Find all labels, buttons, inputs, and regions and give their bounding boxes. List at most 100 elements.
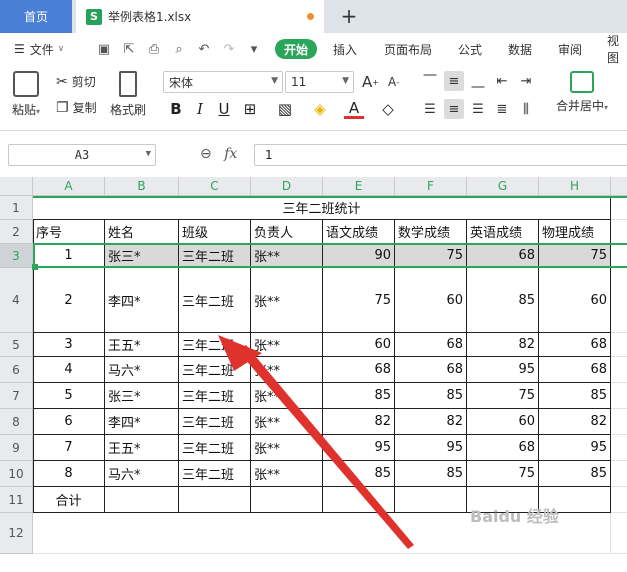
select-all-corner[interactable] [0, 177, 33, 196]
table-cell[interactable]: 60 [395, 268, 467, 333]
fill-color-button[interactable]: ◈ [310, 99, 330, 119]
indent-increase-button[interactable]: ⇥ [516, 71, 536, 91]
menu-tab-insert[interactable]: 插入 [333, 33, 357, 65]
font-color-button[interactable]: A [344, 99, 364, 119]
menu-tab-page-layout[interactable]: 页面布局 [384, 33, 432, 65]
table-cell[interactable]: 85 [395, 383, 467, 409]
column-header[interactable]: H [539, 177, 611, 196]
row-header[interactable]: 10 [0, 461, 33, 487]
table-cell[interactable]: 张** [251, 268, 323, 333]
column-header[interactable]: D [251, 177, 323, 196]
row-header[interactable]: 7 [0, 383, 33, 409]
font-name-select[interactable]: 宋体 ▼ [163, 71, 283, 93]
distribute-button[interactable]: ⫼ [516, 99, 536, 119]
row-header[interactable]: 1 [0, 196, 33, 220]
align-top-button[interactable]: ⎺ [420, 71, 440, 91]
print-preview-icon[interactable]: ⌕ [171, 41, 187, 57]
border-button[interactable]: ⊞ [240, 99, 260, 119]
save-icon[interactable]: ▣ [96, 41, 112, 57]
table-cell[interactable]: 王五* [105, 333, 179, 357]
grid-cell[interactable] [611, 196, 627, 220]
menu-tab-data[interactable]: 数据 [508, 33, 532, 65]
table-cell[interactable]: 张三* [105, 383, 179, 409]
grid-cell[interactable] [611, 487, 627, 513]
table-cell[interactable]: 68 [395, 357, 467, 383]
menu-tab-start[interactable]: 开始 [275, 39, 318, 59]
table-cell[interactable]: 3 [33, 333, 105, 357]
table-cell[interactable]: 82 [539, 409, 611, 435]
row-header[interactable]: 9 [0, 435, 33, 461]
table-cell[interactable]: 张** [251, 244, 323, 268]
table-cell[interactable]: 68 [323, 357, 395, 383]
table-cell[interactable]: 三年二班 [179, 333, 251, 357]
table-cell[interactable]: 95 [323, 435, 395, 461]
table-cell[interactable]: 60 [323, 333, 395, 357]
column-header[interactable]: F [395, 177, 467, 196]
table-cell[interactable]: 7 [33, 435, 105, 461]
sheet-title[interactable]: 三年二班统计 [33, 196, 611, 220]
column-header[interactable]: A [33, 177, 105, 196]
menu-tab-formulas[interactable]: 公式 [458, 33, 482, 65]
row-header[interactable]: 8 [0, 409, 33, 435]
print-icon[interactable]: ⎙ [146, 41, 162, 57]
table-cell[interactable]: 三年二班 [179, 268, 251, 333]
column-title-cell[interactable]: 姓名 [105, 220, 179, 244]
format-painter-button[interactable]: 格式刷 [110, 71, 146, 118]
zoom-icon[interactable]: ⊖ [200, 146, 212, 162]
table-cell[interactable]: 95 [467, 357, 539, 383]
bold-button[interactable]: B [166, 99, 186, 119]
table-cell[interactable]: 三年二班 [179, 357, 251, 383]
paste-button[interactable]: 粘贴▾ [12, 71, 40, 118]
grid-cell[interactable] [611, 383, 627, 409]
decrease-font-button[interactable]: A- [388, 75, 399, 89]
row-header[interactable]: 4 [0, 268, 33, 333]
column-title-cell[interactable]: 负责人 [251, 220, 323, 244]
table-cell[interactable]: 68 [395, 333, 467, 357]
cut-button[interactable]: ✂ 剪切 [56, 73, 96, 90]
table-cell[interactable]: 60 [539, 268, 611, 333]
menu-tab-review[interactable]: 审阅 [558, 33, 582, 65]
table-cell[interactable] [105, 487, 179, 513]
grid-cell[interactable] [611, 333, 627, 357]
column-header[interactable]: G [467, 177, 539, 196]
table-cell[interactable]: 2 [33, 268, 105, 333]
table-cell[interactable]: 张** [251, 409, 323, 435]
table-cell[interactable]: 8 [33, 461, 105, 487]
table-cell[interactable] [395, 487, 467, 513]
grid-cell[interactable] [611, 268, 627, 333]
table-cell[interactable] [179, 487, 251, 513]
table-cell[interactable]: 张三* [105, 244, 179, 268]
table-cell[interactable]: 三年二班 [179, 244, 251, 268]
table-cell[interactable]: 马六* [105, 357, 179, 383]
customize-icon[interactable]: ▾ [246, 41, 262, 57]
column-title-cell[interactable]: 物理成绩 [539, 220, 611, 244]
table-cell[interactable]: 75 [539, 244, 611, 268]
row-header[interactable]: 3 [0, 244, 33, 268]
function-icon[interactable]: fx [224, 146, 237, 162]
grid-cell[interactable] [611, 220, 627, 244]
export-icon[interactable]: ⇱ [121, 41, 137, 57]
table-cell[interactable]: 85 [323, 383, 395, 409]
new-tab-button[interactable]: + [336, 3, 362, 29]
table-cell[interactable]: 5 [33, 383, 105, 409]
align-bottom-button[interactable]: ⎽ [468, 71, 488, 91]
italic-button[interactable]: I [190, 99, 210, 119]
table-cell[interactable]: 王五* [105, 435, 179, 461]
table-cell[interactable]: 马六* [105, 461, 179, 487]
justify-button[interactable]: ≣ [492, 99, 512, 119]
table-cell[interactable]: 1 [33, 244, 105, 268]
redo-icon[interactable]: ↷ [221, 41, 237, 57]
grid-cell[interactable] [611, 244, 627, 268]
tab-document[interactable]: S 举例表格1.xlsx [76, 0, 324, 33]
table-cell[interactable]: 张** [251, 435, 323, 461]
table-cell[interactable]: 75 [395, 244, 467, 268]
underline-button[interactable]: U [214, 99, 234, 119]
grid-cell[interactable] [611, 513, 627, 554]
merge-center-button[interactable]: 合并居中▾ [556, 71, 608, 114]
table-cell[interactable]: 张** [251, 383, 323, 409]
table-cell[interactable]: 85 [539, 383, 611, 409]
copy-button[interactable]: ❐ 复制 [56, 99, 97, 116]
table-cell[interactable]: 张** [251, 461, 323, 487]
align-middle-button[interactable]: ≡ [444, 71, 464, 91]
indent-decrease-button[interactable]: ⇤ [492, 71, 512, 91]
